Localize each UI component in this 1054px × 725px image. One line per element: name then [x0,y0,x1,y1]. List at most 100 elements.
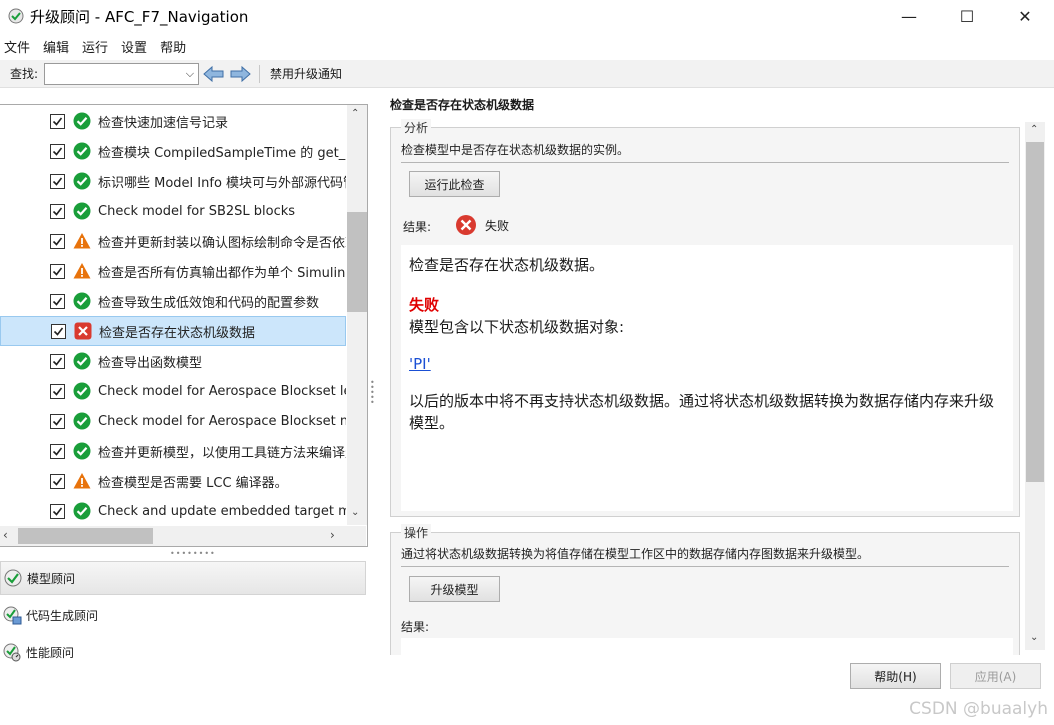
action-report-area [401,638,1013,656]
tree-scroll-thumb[interactable] [347,212,367,312]
tree-row[interactable]: Check model for Aerospace Blockset navig… [0,406,346,436]
tree-row-label: Check model for SB2SL blocks [98,203,296,219]
row-checkbox[interactable] [50,143,65,159]
pass-icon [73,292,91,310]
run-check-button[interactable]: 运行此检查 [409,171,500,197]
menu-file[interactable]: 文件 [0,37,37,56]
advisor-model[interactable]: 模型顾问 [0,561,366,595]
report-fail-status: 失败 [409,296,440,314]
action-result-label: 结果: [401,620,430,634]
tree-horizontal-scrollbar[interactable]: ‹ › [0,526,366,546]
vertical-splitter-grip[interactable]: • • • • • [370,379,375,407]
row-checkbox[interactable] [50,203,65,219]
tree-row[interactable]: 检查是否所有仿真输出都作为单个 Simulink [0,256,346,286]
advisor-performance[interactable]: 性能顾问 [0,635,366,669]
tree-hscroll-thumb[interactable] [18,528,153,544]
window-title: 升级顾问 - AFC_F7_Navigation [30,7,249,26]
tree-row[interactable]: Check model for SB2SL blocks [0,196,346,226]
toolbar-separator [259,64,261,83]
right-scroll-thumb[interactable] [1026,142,1044,482]
disable-upgrade-notify-button[interactable]: 禁用升级通知 [270,65,342,82]
row-checkbox[interactable] [50,503,65,519]
forward-arrow-icon[interactable] [229,65,251,83]
row-checkbox[interactable] [50,413,65,429]
row-checkbox[interactable] [50,263,65,279]
menu-run[interactable]: 运行 [78,37,115,56]
tree-row[interactable]: Check model for Aerospace Blockset legac… [0,376,346,406]
tree-row-label: 检查并更新封装以确认图标绘制命令是否依赖 [98,235,346,251]
upgrade-model-button[interactable]: 升级模型 [409,576,500,602]
tree-row[interactable]: 检查是否存在状态机级数据 [0,316,346,346]
menu-bar: 文件 编辑 运行 设置 帮助 [0,34,195,58]
chevron-down-icon[interactable]: ⌵ [186,67,194,81]
report-line: 模型包含以下状态机级数据对象: [409,318,625,336]
tree-row[interactable]: 检查并更新模型，以使用工具链方法来编译生成 [0,436,346,466]
menu-help[interactable]: 帮助 [156,37,193,56]
advisor-label: 代码生成顾问 [26,608,99,623]
scroll-up-icon[interactable]: ⌃ [1030,124,1038,135]
row-checkbox[interactable] [51,323,66,339]
check-tree[interactable]: 检查快速加速信号记录 检查模块 CompiledSampleTime 的 get_… [0,104,368,547]
code-gen-advisor-icon [3,606,22,625]
warning-icon [73,263,91,279]
tree-row[interactable]: 检查导致生成低效饱和代码的配置参数 [0,286,346,316]
minimize-button[interactable]: — [880,0,938,32]
close-button[interactable]: ✕ [996,0,1054,32]
analysis-description: 检查模型中是否存在状态机级数据的实例。 [401,143,630,157]
help-button[interactable]: 帮助(H) [850,663,941,689]
tree-row[interactable]: Check and update embedded target model [0,496,346,526]
row-checkbox[interactable] [50,383,65,399]
tree-row-label: Check and update embedded target model [98,503,346,519]
advisor-code-gen[interactable]: 代码生成顾问 [0,598,366,632]
title-bar: 升级顾问 - AFC_F7_Navigation — ☐ ✕ [0,0,1054,32]
scroll-down-icon[interactable]: ⌄ [1030,632,1038,643]
pass-icon [73,442,91,460]
row-checkbox[interactable] [50,443,65,459]
tree-row[interactable]: 检查模型是否需要 LCC 编译器。 [0,466,346,496]
report-link[interactable]: 'PI' [409,353,431,375]
divider [401,566,1009,567]
scroll-up-icon[interactable]: ⌃ [351,108,359,119]
watermark-text: CSDN @buaalyh [909,699,1048,719]
right-vertical-scrollbar[interactable]: ⌃ ⌄ [1025,122,1045,650]
pass-icon [73,412,91,430]
tree-row[interactable]: 检查快速加速信号记录 [0,106,346,136]
report-area: 检查是否存在状态机级数据。 失败 模型包含以下状态机级数据对象: 'PI' 以后… [401,245,1013,511]
tree-row[interactable]: 检查并更新封装以确认图标绘制命令是否依赖 [0,226,346,256]
advisor-label: 性能顾问 [26,645,75,660]
menu-settings[interactable]: 设置 [117,37,154,56]
tree-row-label: 标识哪些 Model Info 模块可与外部源代码管理 [98,175,346,191]
horizontal-splitter-grip[interactable]: •••••••• [170,549,216,558]
result-status: 失败 [455,214,509,236]
report-message: 以后的版本中将不再支持状态机级数据。通过将状态机级数据转换为数据存储内存来升级模… [409,392,995,432]
row-checkbox[interactable] [50,113,65,129]
report-heading: 检查是否存在状态机级数据。 [409,256,605,274]
row-checkbox[interactable] [50,173,65,189]
back-arrow-icon[interactable] [203,65,225,83]
row-checkbox[interactable] [50,233,65,249]
row-checkbox[interactable] [50,473,65,489]
scroll-left-icon[interactable]: ‹ [3,528,8,542]
pass-icon [73,172,91,190]
tree-row[interactable]: 检查模块 CompiledSampleTime 的 get_param [0,136,346,166]
maximize-button[interactable]: ☐ [938,0,996,32]
tree-row-label: 检查是否所有仿真输出都作为单个 Simulink [98,265,346,281]
fail-icon [456,215,476,235]
row-checkbox[interactable] [50,353,65,369]
find-input[interactable]: ⌵ [44,62,200,85]
scroll-down-icon[interactable]: ⌄ [351,507,359,518]
analysis-group: 分析 检查模型中是否存在状态机级数据的实例。 运行此检查 结果: 失败 检查是否… [390,119,1020,517]
pass-icon [73,142,91,160]
tree-row-label: Check model for Aerospace Blockset navig… [98,413,346,429]
tree-row[interactable]: 检查导出函数模型 [0,346,346,376]
pass-icon [73,502,91,520]
find-label: 查找: [10,67,39,81]
tree-row[interactable]: 标识哪些 Model Info 模块可与外部源代码管理 [0,166,346,196]
tree-row-label: 检查是否存在状态机级数据 [99,325,256,341]
apply-button[interactable]: 应用(A) [950,663,1041,689]
row-checkbox[interactable] [50,293,65,309]
scroll-right-icon[interactable]: › [330,528,335,542]
tree-vertical-scrollbar[interactable]: ⌃ ⌄ [347,105,367,525]
performance-advisor-icon [3,643,21,662]
menu-edit[interactable]: 编辑 [39,37,76,56]
